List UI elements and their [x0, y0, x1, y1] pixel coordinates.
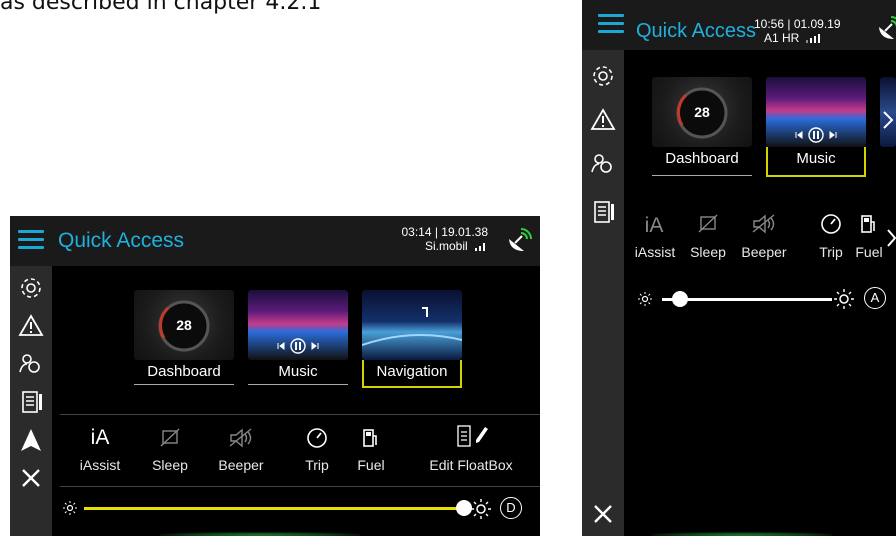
status-clock: 10:56 | 01.09.19 A1 HR [754, 17, 841, 45]
beeper-icon[interactable] [227, 428, 255, 448]
satellite-icon [509, 228, 532, 251]
dashboard-thumbnail[interactable]: 28 [652, 77, 752, 147]
time-date: 10:56 | 01.09.19 [754, 17, 841, 31]
chevron-right-icon[interactable] [882, 110, 894, 130]
time-date: 03:14 | 19.01.38 [401, 225, 488, 239]
sun-large-icon [834, 289, 854, 309]
action-label-iassist[interactable]: iAssist [72, 457, 128, 473]
iassist-icon[interactable]: iA [80, 426, 120, 450]
tile-label-music: Music [278, 363, 318, 380]
brightness-fill [84, 507, 464, 510]
sun-small-icon [638, 292, 652, 306]
fuel-pump-icon[interactable] [362, 428, 380, 448]
network-name: Si.mobil [424, 239, 468, 253]
tile-label-music[interactable]: Music [766, 150, 866, 167]
iassist-icon[interactable]: iA [634, 214, 674, 238]
edit-icon[interactable] [452, 424, 492, 448]
brightness-slider-handle[interactable] [672, 291, 689, 307]
dashboard-speed: 28 [694, 104, 710, 120]
header-bar: Quick Access 03:14 | 19.01.38 Si.mobil [10, 216, 540, 266]
dashboard-thumbnail[interactable]: 28 [134, 290, 234, 360]
signal-bars-icon [475, 243, 485, 251]
status-clock: 03:14 | 19.01.38 Si.mobil [401, 225, 488, 253]
warning-icon[interactable] [589, 106, 617, 134]
brightness-fill [662, 298, 673, 301]
chevron-right-icon[interactable] [886, 228, 896, 248]
brightness-slider-handle[interactable] [456, 500, 472, 516]
sun-large-icon [471, 499, 491, 519]
sidebar [10, 266, 52, 536]
status-glow [652, 532, 832, 536]
action-label-sleep[interactable]: Sleep [144, 457, 196, 473]
action-label-fuel[interactable]: Fuel [348, 457, 394, 473]
divider [134, 384, 234, 385]
gauge-icon[interactable] [820, 213, 842, 235]
close-icon[interactable] [589, 500, 617, 528]
notes-icon[interactable] [17, 388, 45, 416]
gear-icon[interactable] [17, 274, 45, 302]
page-title: Quick Access [636, 20, 757, 42]
notes-icon[interactable] [589, 198, 617, 226]
brightness-track[interactable] [84, 507, 464, 510]
dashboard-speed: 28 [176, 317, 192, 333]
contacts-icon[interactable] [17, 350, 45, 378]
action-label-trip[interactable]: Trip [294, 457, 340, 473]
fuel-pump-icon[interactable] [860, 214, 878, 234]
navigation-thumbnail[interactable] [362, 290, 462, 360]
action-label-fuel[interactable]: Fuel [850, 244, 888, 260]
header-bar: Quick Access 10:56 | 01.09.19 A1 HR [582, 0, 896, 50]
satellite-icon [879, 16, 896, 39]
quick-access-screen-portrait: Quick Access 10:56 | 01.09.19 A1 HR 28 D… [582, 0, 896, 536]
status-glow [160, 532, 360, 536]
music-controls-icon [795, 127, 837, 143]
close-icon[interactable] [17, 464, 45, 492]
brightness-mode-button[interactable]: A [864, 287, 886, 309]
gauge-icon[interactable] [306, 427, 328, 449]
action-label-sleep[interactable]: Sleep [684, 244, 732, 260]
signal-bars-icon [805, 34, 820, 43]
divider [60, 486, 540, 487]
page-title: Quick Access [58, 229, 185, 252]
navigation-map-icon [362, 307, 462, 346]
sidebar [582, 50, 624, 536]
document-text: as described in chapter 4.2.1 [0, 0, 322, 15]
navigation-arrow-icon[interactable] [17, 426, 45, 454]
music-thumbnail[interactable] [248, 290, 348, 360]
tile-label-dashboard: Dashboard [665, 150, 739, 167]
quick-access-screen-landscape: Quick Access 03:14 | 19.01.38 Si.mobil 2… [10, 216, 540, 536]
action-label-beeper[interactable]: Beeper [734, 244, 794, 260]
tile-label-dashboard: Dashboard [147, 363, 221, 380]
brightness-mode-button[interactable]: D [500, 497, 522, 519]
action-label-beeper[interactable]: Beeper [213, 457, 269, 473]
sleep-icon[interactable] [696, 214, 720, 234]
gear-icon[interactable] [589, 62, 617, 90]
action-label-edit-floatbox[interactable]: Edit FloatBox [416, 457, 526, 473]
divider [652, 175, 752, 176]
menu-icon[interactable] [18, 228, 44, 250]
network-name: A1 HR [764, 31, 800, 45]
menu-icon[interactable] [598, 12, 624, 34]
action-label-iassist[interactable]: iAssist [626, 244, 684, 260]
music-thumbnail[interactable] [766, 77, 866, 147]
action-label-trip[interactable]: Trip [812, 244, 850, 260]
music-controls-icon [277, 338, 319, 354]
warning-icon[interactable] [17, 312, 45, 340]
contacts-icon[interactable] [589, 150, 617, 178]
divider [248, 384, 348, 385]
tile-label-navigation[interactable]: Navigation [362, 363, 462, 380]
sun-small-icon [63, 501, 77, 515]
beeper-icon[interactable] [750, 214, 778, 234]
sleep-icon[interactable] [158, 428, 182, 448]
divider [60, 414, 540, 415]
